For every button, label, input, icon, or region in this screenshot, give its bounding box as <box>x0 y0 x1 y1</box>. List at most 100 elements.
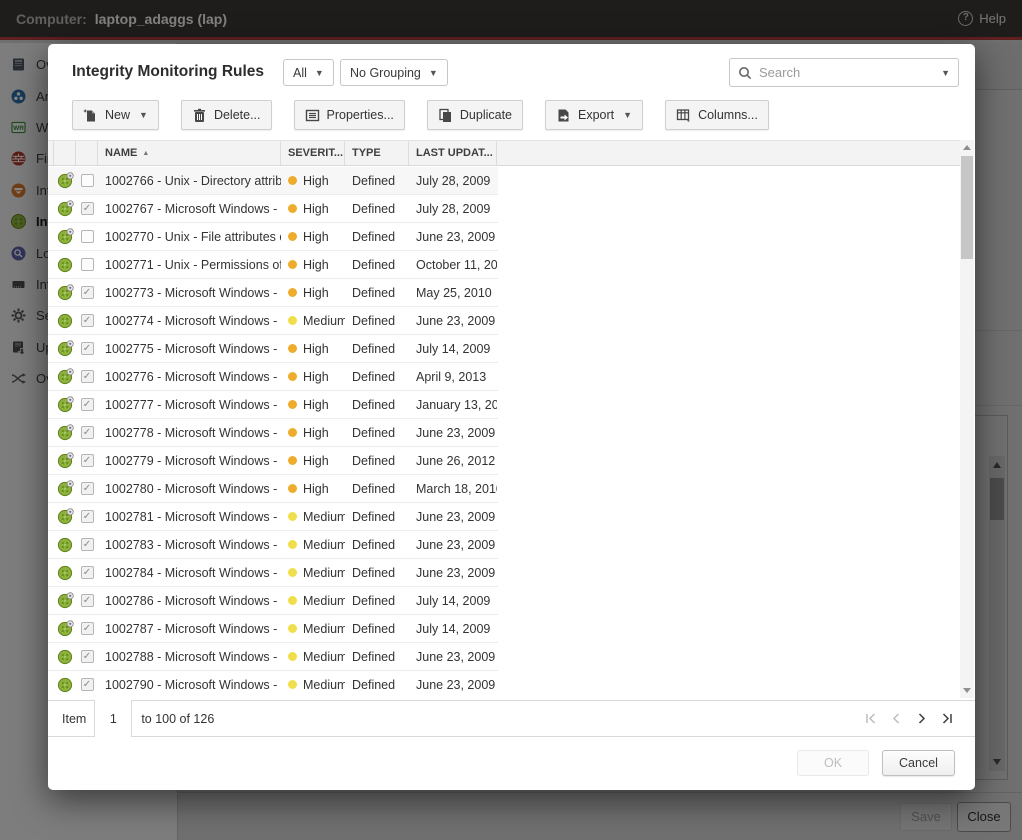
severity-dot <box>288 176 297 185</box>
checkbox-cell <box>76 174 98 187</box>
severity-label: Medium <box>303 510 345 524</box>
rule-severity: High <box>281 174 345 188</box>
table-row[interactable]: ✓1002773 - Microsoft Windows - ...HighDe… <box>48 279 498 307</box>
table-row[interactable]: ✓1002781 - Microsoft Windows - ...Medium… <box>48 503 498 531</box>
severity-label: High <box>303 454 329 468</box>
table-row[interactable]: 1002771 - Unix - Permissions of...HighDe… <box>48 251 498 279</box>
row-checkbox[interactable]: ✓ <box>81 622 94 635</box>
row-checkbox[interactable]: ✓ <box>81 286 94 299</box>
rule-type: Defined <box>345 510 409 524</box>
integrity-rule-icon <box>57 676 74 693</box>
grouping-dropdown-value: No Grouping <box>350 66 421 80</box>
table-row[interactable]: ✓1002775 - Microsoft Windows - ...HighDe… <box>48 335 498 363</box>
search-input[interactable] <box>759 65 941 80</box>
rule-last-updated: June 23, 2009 <box>409 314 497 328</box>
column-header-name[interactable]: NAME ▲ <box>98 141 281 165</box>
header-checkbox-column[interactable] <box>76 141 98 165</box>
previous-page-icon[interactable] <box>890 712 903 725</box>
export-button[interactable]: Export ▼ <box>545 100 643 130</box>
column-header-type[interactable]: TYPE <box>345 141 409 165</box>
table-row[interactable]: ✓1002777 - Microsoft Windows - ...HighDe… <box>48 391 498 419</box>
table-row[interactable]: 1002766 - Unix - Directory attrib...High… <box>48 167 498 195</box>
rule-severity: High <box>281 230 345 244</box>
table-row[interactable]: ✓1002774 - Microsoft Windows - ...Medium… <box>48 307 498 335</box>
table-row[interactable]: 1002770 - Unix - File attributes c...Hig… <box>48 223 498 251</box>
row-checkbox[interactable]: ✓ <box>81 314 94 327</box>
rule-name: 1002766 - Unix - Directory attrib... <box>98 174 281 188</box>
table-row[interactable]: ✓1002784 - Microsoft Windows - ...Medium… <box>48 559 498 587</box>
table-row[interactable]: ✓1002778 - Microsoft Windows - ...HighDe… <box>48 419 498 447</box>
columns-button[interactable]: Columns... <box>665 100 769 130</box>
columns-button-label: Columns... <box>698 108 758 122</box>
table-row[interactable]: ✓1002783 - Microsoft Windows - ...Medium… <box>48 531 498 559</box>
column-header-severity[interactable]: SEVERIT... <box>281 141 345 165</box>
checkbox-cell: ✓ <box>76 426 98 439</box>
grouping-dropdown[interactable]: No Grouping ▼ <box>340 59 448 86</box>
table-row[interactable]: ✓1002779 - Microsoft Windows - ...HighDe… <box>48 447 498 475</box>
row-checkbox[interactable]: ✓ <box>81 398 94 411</box>
severity-dot <box>288 568 297 577</box>
row-checkbox[interactable]: ✓ <box>81 370 94 383</box>
list-scrollbar[interactable] <box>960 140 974 698</box>
ok-button[interactable]: OK <box>797 750 869 776</box>
column-header-last-updated[interactable]: LAST UPDAT... <box>409 141 497 165</box>
severity-dot <box>288 652 297 661</box>
export-button-label: Export <box>578 108 614 122</box>
new-button[interactable]: New ▼ <box>72 100 159 130</box>
duplicate-button[interactable]: Duplicate <box>427 100 523 130</box>
table-row[interactable]: ✓1002776 - Microsoft Windows - ...HighDe… <box>48 363 498 391</box>
row-checkbox[interactable]: ✓ <box>81 566 94 579</box>
table-row[interactable]: ✓1002780 - Microsoft Windows - ...HighDe… <box>48 475 498 503</box>
header-icon-column[interactable] <box>54 141 76 165</box>
rule-name: 1002783 - Microsoft Windows - ... <box>98 538 281 552</box>
row-checkbox[interactable]: ✓ <box>81 482 94 495</box>
scrollbar-thumb[interactable] <box>961 156 973 259</box>
table-row[interactable]: ✓1002787 - Microsoft Windows - ...Medium… <box>48 615 498 643</box>
severity-dot <box>288 596 297 605</box>
row-checkbox[interactable]: ✓ <box>81 538 94 551</box>
checkbox-cell <box>76 258 98 271</box>
row-checkbox[interactable]: ✓ <box>81 594 94 607</box>
filter-dropdown[interactable]: All ▼ <box>283 59 334 86</box>
next-page-icon[interactable] <box>915 712 928 725</box>
integrity-rule-icon <box>57 592 74 609</box>
row-checkbox[interactable]: ✓ <box>81 202 94 215</box>
table-row[interactable]: ✓1002788 - Microsoft Windows - ...Medium… <box>48 643 498 671</box>
row-checkbox[interactable] <box>81 230 94 243</box>
row-checkbox[interactable] <box>81 258 94 271</box>
table-row[interactable]: ✓1002790 - Microsoft Windows - ...Medium… <box>48 671 498 698</box>
first-page-icon[interactable] <box>865 712 878 725</box>
search-box[interactable]: ▼ <box>729 58 959 87</box>
rule-name: 1002771 - Unix - Permissions of... <box>98 258 281 272</box>
integrity-rule-icon <box>57 480 74 497</box>
row-checkbox[interactable]: ✓ <box>81 650 94 663</box>
rule-type: Defined <box>345 566 409 580</box>
last-page-icon[interactable] <box>940 712 953 725</box>
rule-icon-cell <box>54 396 76 413</box>
properties-button[interactable]: Properties... <box>294 100 405 130</box>
rule-severity: Medium <box>281 314 345 328</box>
rule-last-updated: June 23, 2009 <box>409 650 497 664</box>
columns-icon <box>676 108 691 123</box>
chevron-down-icon: ▼ <box>941 68 950 78</box>
row-checkbox[interactable]: ✓ <box>81 426 94 439</box>
delete-button[interactable]: Delete... <box>181 100 272 130</box>
row-checkbox[interactable]: ✓ <box>81 454 94 467</box>
table-row[interactable]: ✓1002786 - Microsoft Windows - ...Medium… <box>48 587 498 615</box>
row-checkbox[interactable] <box>81 174 94 187</box>
checkbox-cell: ✓ <box>76 566 98 579</box>
checkbox-cell: ✓ <box>76 370 98 383</box>
cancel-button[interactable]: Cancel <box>882 750 955 776</box>
rule-name: 1002779 - Microsoft Windows - ... <box>98 454 281 468</box>
rule-last-updated: May 25, 2010 <box>409 286 497 300</box>
row-checkbox[interactable]: ✓ <box>81 342 94 355</box>
row-checkbox[interactable]: ✓ <box>81 510 94 523</box>
item-number-input[interactable] <box>94 700 132 737</box>
rule-name: 1002786 - Microsoft Windows - ... <box>98 594 281 608</box>
row-checkbox[interactable]: ✓ <box>81 678 94 691</box>
checkbox-cell: ✓ <box>76 398 98 411</box>
table-row[interactable]: ✓1002767 - Microsoft Windows - ...HighDe… <box>48 195 498 223</box>
severity-label: High <box>303 258 329 272</box>
export-icon <box>556 108 571 123</box>
checkbox-cell: ✓ <box>76 482 98 495</box>
